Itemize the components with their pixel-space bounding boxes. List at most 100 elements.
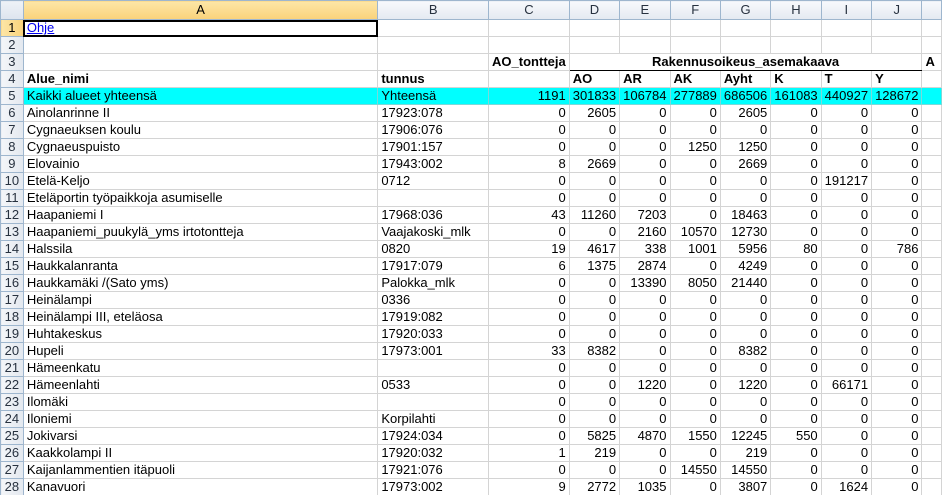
tunnus-header[interactable]: tunnus [377,70,490,88]
cell-a[interactable]: Ilomäki [22,393,379,411]
cell-i[interactable]: 0 [820,274,873,292]
cell-b[interactable]: 17921:076 [377,461,490,479]
cell-c[interactable]: 9 [488,478,570,495]
cell-i[interactable]: 191217 [820,172,873,190]
cell-a[interactable]: Iloniemi [22,410,379,428]
cell-a[interactable]: Ainolanrinne II [22,104,379,122]
cell-h[interactable]: 0 [770,189,822,207]
cell-i[interactable]: 0 [820,461,873,479]
cell-g[interactable]: 0 [719,189,772,207]
cell-e[interactable]: 0 [619,393,671,411]
cell[interactable] [669,19,721,37]
cell-j[interactable]: 0 [871,342,923,360]
cell-c[interactable]: 0 [488,461,570,479]
cell-f[interactable]: 0 [669,325,721,343]
cell[interactable] [921,36,942,54]
cell-c[interactable]: 43 [488,206,570,224]
row-header[interactable]: 12 [0,206,24,224]
cell-f[interactable]: 0 [669,257,721,275]
cell-a[interactable]: Elovainio [22,155,379,173]
cell-a[interactable]: Haukkamäki /(Sato yms) [22,274,379,292]
cell-g[interactable]: 4249 [719,257,772,275]
row-header[interactable]: 17 [0,291,24,309]
cell-e[interactable]: 0 [619,104,671,122]
cell-c[interactable]: 0 [488,291,570,309]
cell-a[interactable]: Hämeenlahti [22,376,379,394]
cell-e[interactable]: 0 [619,325,671,343]
cell-d[interactable]: 0 [568,121,621,139]
cell-a[interactable]: Heinälampi [22,291,379,309]
row-header[interactable]: 18 [0,308,24,326]
cell-i[interactable]: 440927 [820,87,873,105]
cell-c[interactable]: 0 [488,359,570,377]
cell-e[interactable]: 1220 [619,376,671,394]
cell[interactable] [488,19,570,37]
cell-f[interactable]: 14550 [669,461,721,479]
cell-c[interactable]: 0 [488,376,570,394]
cell-h[interactable]: 0 [770,274,822,292]
cell-h[interactable]: 0 [770,410,822,428]
cell-f[interactable]: 0 [669,478,721,495]
cell-j[interactable]: 0 [871,427,923,445]
cell-c[interactable]: 6 [488,257,570,275]
cell-h[interactable]: 0 [770,172,822,190]
cell-j[interactable]: 0 [871,291,923,309]
cell-i[interactable]: 0 [820,104,873,122]
select-all-corner[interactable] [0,0,24,20]
cell-g[interactable]: 3807 [719,478,772,495]
cell-a[interactable]: Etelä-Keljo [22,172,379,190]
row-header[interactable]: 23 [0,393,24,411]
cell-h[interactable]: 0 [770,257,822,275]
cell[interactable] [770,19,822,37]
cell-j[interactable]: 0 [871,206,923,224]
cell[interactable] [921,172,942,190]
column-header-e[interactable]: E [619,0,671,20]
cell-a[interactable]: Haapaniemi I [22,206,379,224]
cell-f[interactable]: 1250 [669,138,721,156]
help-link-cell[interactable]: Ohje [22,19,379,37]
row-header[interactable]: 28 [0,478,24,495]
cell-b[interactable]: 17943:002 [377,155,490,173]
cell-g[interactable]: 0 [719,359,772,377]
cell-i[interactable]: 0 [820,189,873,207]
cell[interactable] [921,393,942,411]
cell-b[interactable] [377,189,490,207]
row-header[interactable]: 14 [0,240,24,258]
cell-e[interactable]: 338 [619,240,671,258]
cell-d[interactable]: 219 [568,444,621,462]
row-header-4[interactable]: 4 [0,70,24,88]
cell[interactable] [871,19,923,37]
cell-b[interactable] [377,393,490,411]
cell-g[interactable]: 1220 [719,376,772,394]
cell-h[interactable]: 0 [770,393,822,411]
cell-a[interactable]: Kaikki alueet yhteensä [22,87,379,105]
ar-header[interactable]: AR [619,70,671,88]
cell-e[interactable]: 0 [619,189,671,207]
cell-b[interactable]: 0336 [377,291,490,309]
cell[interactable] [921,376,942,394]
cell[interactable] [921,427,942,445]
cell-h[interactable]: 0 [770,308,822,326]
cell[interactable] [820,19,873,37]
column-header-c[interactable]: C [488,0,570,20]
cell-f[interactable]: 0 [669,121,721,139]
cell-e[interactable]: 0 [619,121,671,139]
cell-g[interactable]: 5956 [719,240,772,258]
cell-d[interactable]: 0 [568,461,621,479]
cell[interactable] [921,461,942,479]
cell-f[interactable]: 0 [669,410,721,428]
cell-b[interactable]: Vaajakoski_mlk [377,223,490,241]
cell[interactable] [719,19,772,37]
cell-f[interactable]: 8050 [669,274,721,292]
cell-b[interactable]: Yhteensä [377,87,490,105]
cell-b[interactable]: 0533 [377,376,490,394]
cell-b[interactable]: 17901:157 [377,138,490,156]
cell-e[interactable]: 4870 [619,427,671,445]
cell-d[interactable]: 2605 [568,104,621,122]
row-header[interactable]: 24 [0,410,24,428]
cell-j[interactable]: 0 [871,308,923,326]
cell-h[interactable]: 0 [770,461,822,479]
cell-h[interactable]: 0 [770,206,822,224]
cell-a[interactable]: Hämeenkatu [22,359,379,377]
cell[interactable] [619,36,671,54]
